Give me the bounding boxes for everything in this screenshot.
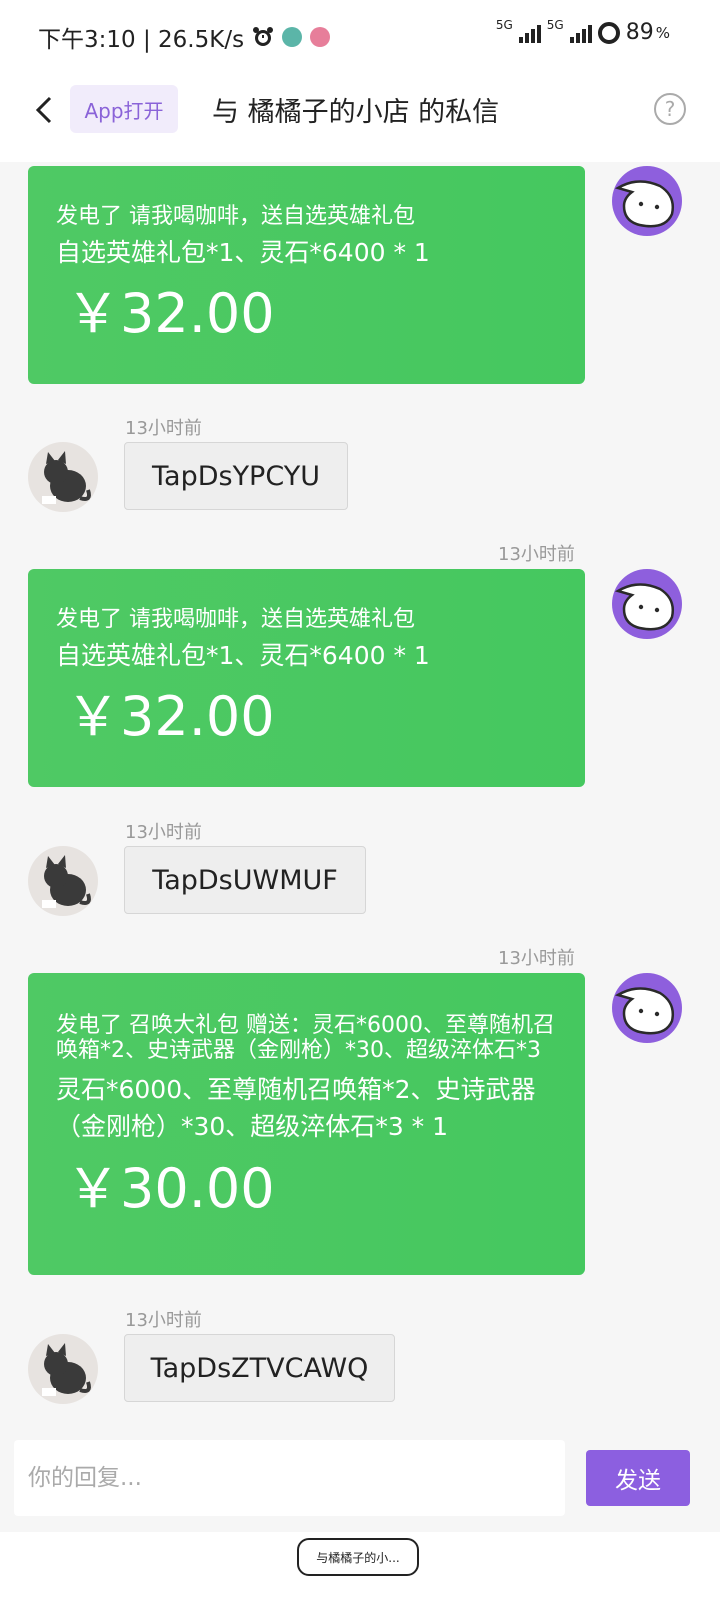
code-bubble[interactable]: TapDsUWMUF <box>124 846 366 914</box>
battery-unit: % <box>655 23 670 42</box>
order-price: ￥32.00 <box>66 685 275 748</box>
status-bar: 下午3:10 | 26.5K/s 5G 5G 89% <box>0 0 720 66</box>
help-icon[interactable]: ? <box>653 92 687 126</box>
cat-avatar-icon <box>42 1343 91 1396</box>
message-time: 13小时前 <box>125 1310 202 1331</box>
order-title: 发电了 召唤大礼包 赠送：灵石*6000、至尊随机召唤箱*2、史诗武器（金刚枪）… <box>56 1013 555 1063</box>
order-detail: 灵石*6000、至尊随机召唤箱*2、史诗武器（金刚枪）*30、超级淬体石*3 *… <box>56 1075 536 1141</box>
order-detail: 自选英雄礼包*1、灵石*6400 * 1 <box>56 238 430 267</box>
code-bubble[interactable]: TapDsZTVCAWQ <box>124 1334 395 1402</box>
message-time: 13小时前 <box>125 822 202 843</box>
message-time: 13小时前 <box>498 544 575 565</box>
reply-input[interactable] <box>14 1440 565 1516</box>
battery-level: 89 <box>625 20 654 45</box>
order-title: 发电了 请我喝咖啡，送自选英雄礼包 <box>56 204 415 229</box>
status-time-speed: 下午3:10 | 26.5K/s <box>38 27 245 53</box>
shop-avatar[interactable] <box>612 166 682 236</box>
user-avatar[interactable] <box>28 442 98 512</box>
recent-app-tab[interactable]: 与橘橘子的小... <box>297 1538 419 1576</box>
signal-5g-label: 5G <box>495 17 513 32</box>
mascot-icon <box>614 180 674 228</box>
signal-icon-2 <box>569 23 592 43</box>
message-time: 13小时前 <box>125 418 202 439</box>
send-button[interactable]: 发送 <box>586 1450 690 1506</box>
order-card[interactable]: 发电了 请我喝咖啡，送自选英雄礼包 自选英雄礼包*1、灵石*6400 * 1 ￥… <box>28 166 585 384</box>
order-detail: 自选英雄礼包*1、灵石*6400 * 1 <box>56 641 430 670</box>
user-avatar[interactable] <box>28 1334 98 1404</box>
status-right: 5G 5G 89% <box>495 17 670 46</box>
code-bubble[interactable]: TapDsYPCYU <box>124 442 348 510</box>
order-price: ￥32.00 <box>66 282 275 345</box>
battery-icon <box>597 21 620 44</box>
svg-text:?: ? <box>665 97 676 121</box>
mascot-icon <box>614 987 674 1035</box>
alarm-icon <box>253 27 274 46</box>
signal-5g-label-2: 5G <box>546 17 564 32</box>
shop-avatar[interactable] <box>612 569 682 639</box>
app-open-button[interactable]: App打开 <box>70 85 178 133</box>
order-title: 发电了 请我喝咖啡，送自选英雄礼包 <box>56 607 415 632</box>
mascot-icon <box>614 583 674 631</box>
user-avatar[interactable] <box>28 846 98 916</box>
back-button[interactable] <box>22 88 66 132</box>
signal-icon <box>518 23 541 43</box>
shop-avatar[interactable] <box>612 973 682 1043</box>
reply-bar: 发送 <box>0 1424 720 1532</box>
order-card[interactable]: 发电了 请我喝咖啡，送自选英雄礼包 自选英雄礼包*1、灵石*6400 * 1 ￥… <box>28 569 585 787</box>
cat-avatar-icon <box>42 451 91 504</box>
page-title: 与 橘橘子的小店 的私信 <box>212 97 500 128</box>
cat-avatar-icon <box>42 855 91 908</box>
app-notification-icon <box>282 27 303 47</box>
order-card[interactable]: 发电了 召唤大礼包 赠送：灵石*6000、至尊随机召唤箱*2、史诗武器（金刚枪）… <box>28 973 585 1275</box>
status-left: 下午3:10 | 26.5K/s <box>38 20 331 54</box>
header: App打开 与 橘橘子的小店 的私信 ? <box>0 66 720 162</box>
bottom-area: 与橘橘子的小... <box>0 1532 720 1600</box>
order-price: ￥30.00 <box>66 1157 275 1220</box>
chevron-left-icon <box>35 96 52 124</box>
message-time: 13小时前 <box>498 948 575 969</box>
app-notification-icon-2 <box>310 27 331 47</box>
